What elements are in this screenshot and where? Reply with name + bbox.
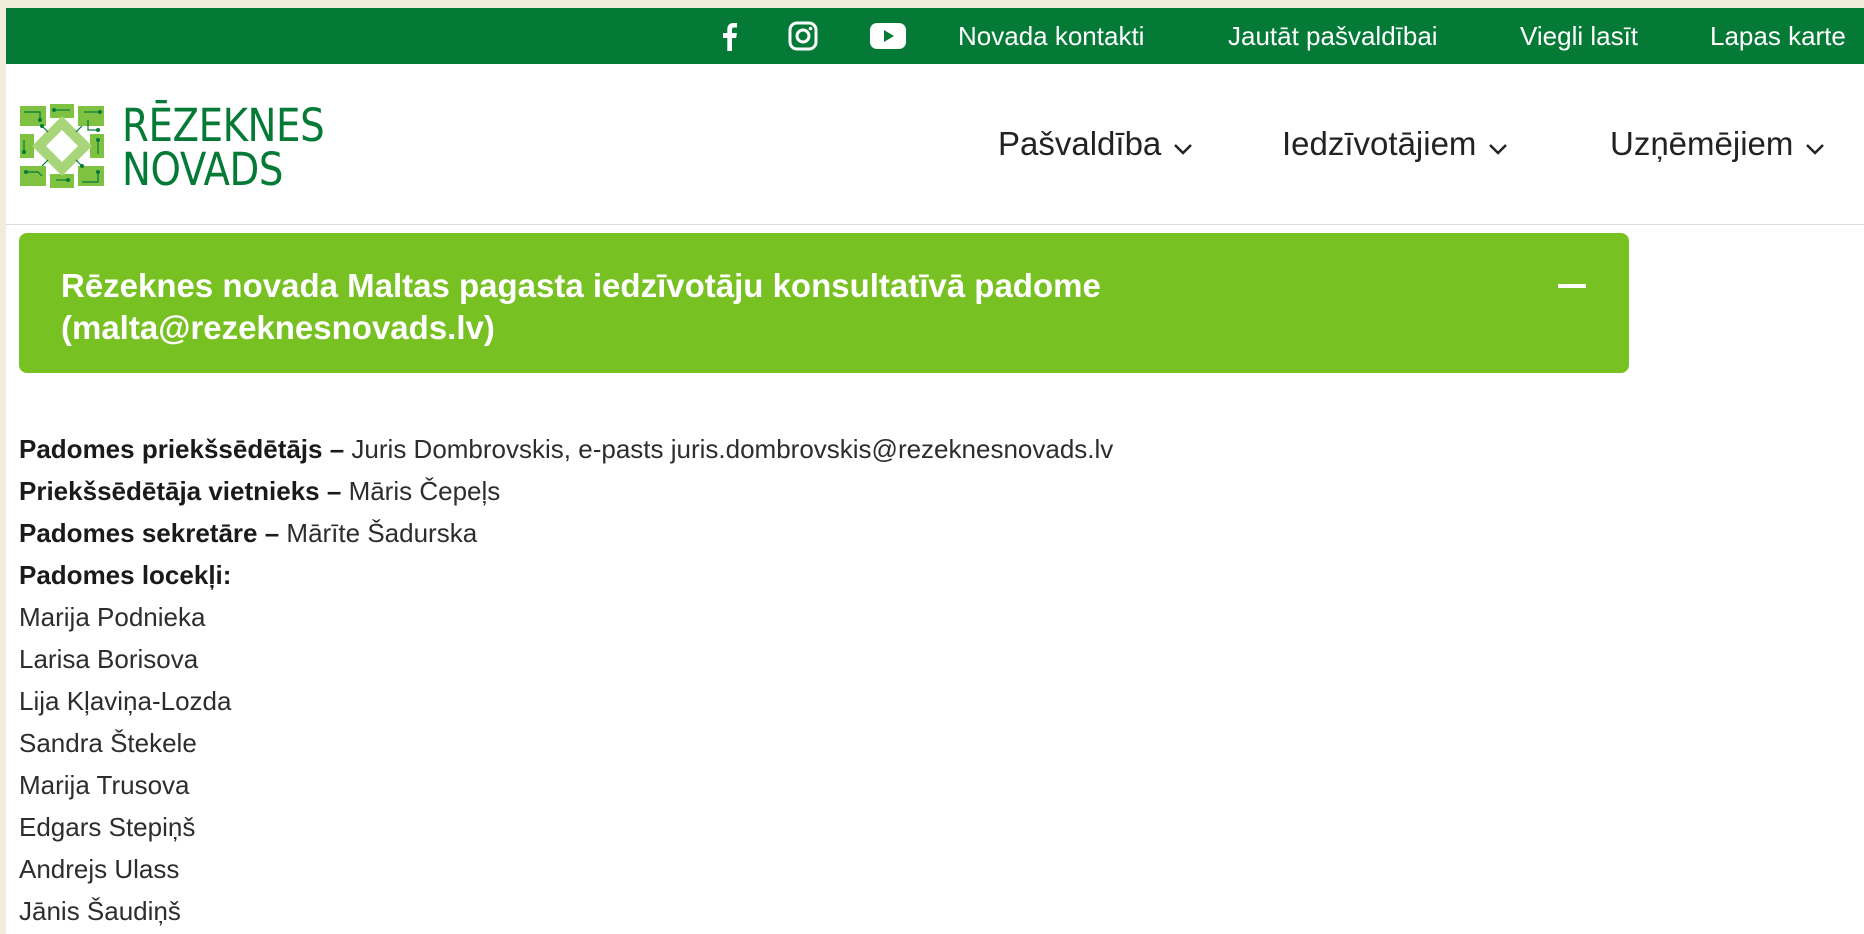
chair-value: Juris Dombrovskis, e-pasts juris.dombrov… [351,434,1114,464]
toplink-viegli-lasit[interactable]: Viegli lasīt [1520,8,1638,64]
secretary-label: Padomes sekretāre – [19,518,280,548]
deputy-label: Priekšsēdētāja vietnieks – [19,476,342,506]
secretary-value: Mārīte Šadurska [286,518,478,548]
youtube-icon[interactable] [868,8,908,64]
logo-line-2: NOVADS [122,143,283,196]
nav-label: Iedzīvotājiem [1282,125,1477,162]
nav-label: Uzņēmējiem [1610,125,1794,162]
chair-row: Padomes priekšsēdētājs – Juris Dombrovsk… [19,428,1619,470]
logo-line-1: RĒZEKNES [122,99,325,152]
chevron-down-icon [1488,125,1508,163]
minus-icon[interactable] [1557,271,1587,301]
member-item: Marija Podnieka [19,602,206,632]
page: Novada kontakti Jautāt pašvaldībai Viegl… [6,8,1864,934]
member-item: Sandra Štekele [19,728,197,758]
site-header: RĒZEKNES NOVADS Pašvaldība Iedzīvotājiem… [6,64,1864,225]
chevron-down-icon [1173,125,1193,163]
member-item: Larisa Borisova [19,644,199,674]
nav-iedzivotajiem[interactable]: Iedzīvotājiem [1282,120,1508,168]
toplink-novada-kontakti[interactable]: Novada kontakti [958,8,1144,64]
council-accordion-header[interactable]: Rēzeknes novada Maltas pagasta iedzīvotā… [19,233,1629,373]
nav-label: Pašvaldība [998,125,1162,162]
chevron-down-icon [1805,125,1825,163]
member-item: Andrejs Ulass [19,854,180,884]
member-item: Edgars Stepiņš [19,812,196,842]
top-bar: Novada kontakti Jautāt pašvaldībai Viegl… [6,8,1864,64]
toplink-jautat-pasvaldibai[interactable]: Jautāt pašvaldībai [1228,8,1438,64]
chair-label: Padomes priekšsēdētājs – [19,434,345,464]
nav-uznemejiem[interactable]: Uzņēmējiem [1610,120,1825,168]
nav-pasvaldiba[interactable]: Pašvaldība [998,120,1193,168]
member-item: Lija Kļaviņa-Lozda [19,686,232,716]
circuit-logo-icon [18,102,106,190]
site-logo-text: RĒZEKNES NOVADS [122,99,357,196]
secretary-row: Padomes sekretāre – Mārīte Šadurska [19,512,1619,554]
deputy-row: Priekšsēdētāja vietnieks – Māris Čepeļs [19,470,1619,512]
member-item: Jānis Šaudiņš [19,896,181,926]
accordion-title: Rēzeknes novada Maltas pagasta iedzīvotā… [61,267,1101,346]
members-heading: Padomes locekļi: [19,560,232,590]
member-item: Marija Trusova [19,770,190,800]
instagram-icon[interactable] [784,8,822,64]
council-content: Padomes priekšsēdētājs – Juris Dombrovsk… [19,428,1619,932]
deputy-value: Māris Čepeļs [348,476,501,506]
toplink-lapas-karte[interactable]: Lapas karte [1710,8,1846,64]
facebook-icon[interactable] [712,8,746,64]
